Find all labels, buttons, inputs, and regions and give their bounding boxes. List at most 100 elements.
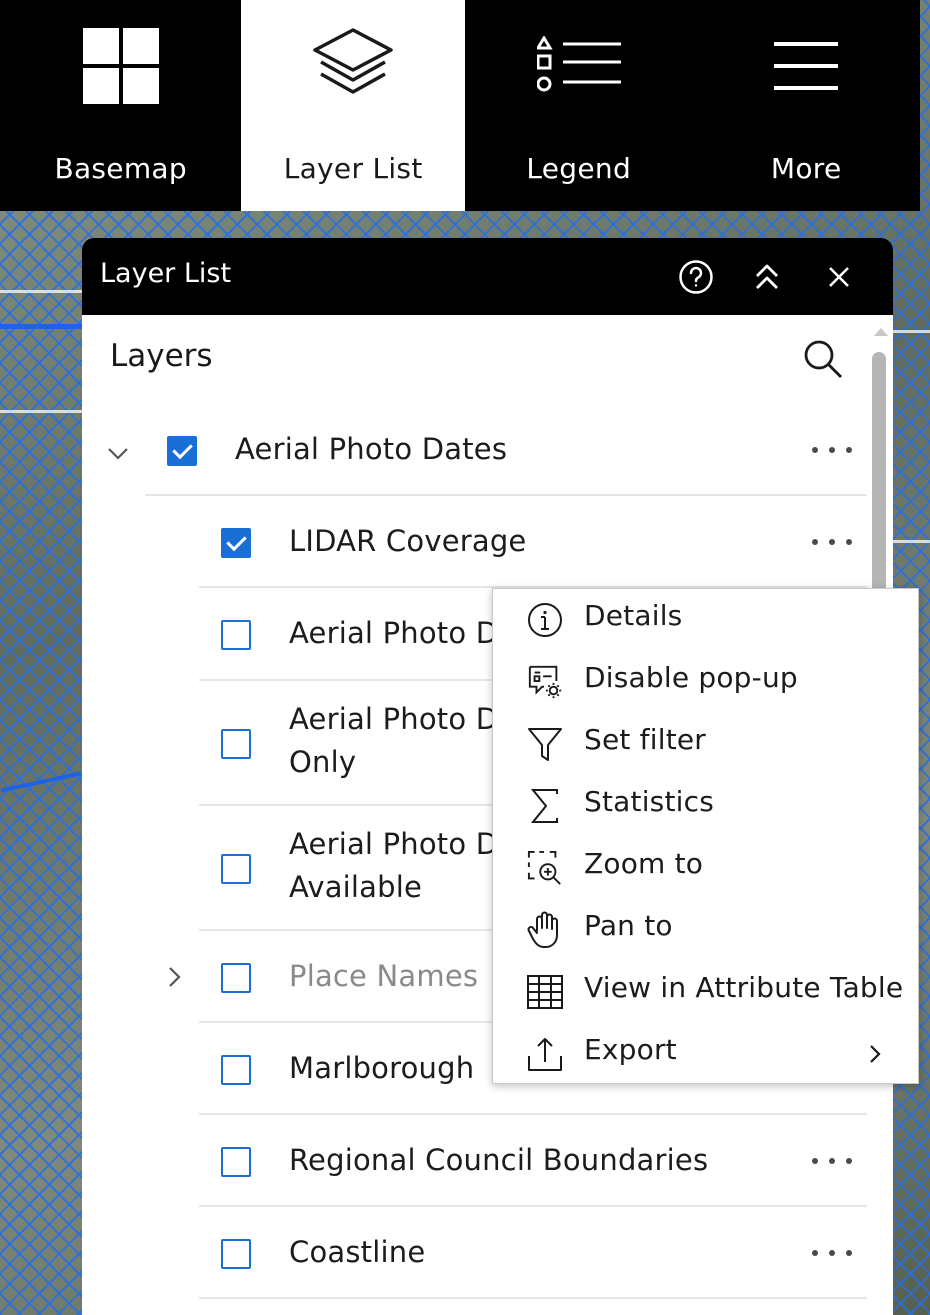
layer-label-line1: Aerial Photo D <box>289 827 499 861</box>
menu-item-label: Details <box>584 599 683 632</box>
chevrons-up-icon <box>756 264 778 289</box>
layer-checkbox[interactable] <box>221 1239 251 1269</box>
info-icon <box>527 602 563 638</box>
layer-options-button[interactable] <box>812 532 852 552</box>
scroll-up-arrow[interactable] <box>874 328 888 336</box>
map-road <box>893 540 930 543</box>
filter-icon <box>527 726 563 762</box>
toolbar-basemap-label: Basemap <box>54 152 187 185</box>
map-boundary-line <box>0 771 82 793</box>
layer-checkbox[interactable] <box>167 436 197 466</box>
zoom-to-icon <box>527 850 563 886</box>
layer-label-line2: Available <box>289 870 423 904</box>
layer-checkbox[interactable] <box>221 854 251 884</box>
hand-icon <box>527 911 563 948</box>
search-icon <box>804 340 842 378</box>
layer-label: Coastline <box>289 1235 426 1269</box>
close-button[interactable] <box>819 257 859 297</box>
layer-label-line2: Only <box>289 745 357 779</box>
toolbar-basemap-button[interactable]: Basemap <box>0 0 241 211</box>
help-button[interactable] <box>676 257 716 297</box>
grid-icon <box>79 24 163 108</box>
layers-icon <box>311 24 395 108</box>
layer-options-button[interactable] <box>812 1151 852 1171</box>
search-button[interactable] <box>802 338 844 380</box>
menu-icon <box>764 24 848 108</box>
export-icon <box>527 1036 563 1072</box>
menu-item-details[interactable]: Details <box>493 589 918 651</box>
chevron-down-icon[interactable] <box>106 441 130 465</box>
menu-item-disable-popup[interactable]: Disable pop-up <box>493 651 918 713</box>
layers-heading: Layers <box>110 338 213 374</box>
layer-checkbox[interactable] <box>221 620 251 650</box>
divider <box>199 1297 867 1299</box>
dot <box>846 1250 852 1256</box>
layer-checkbox[interactable] <box>221 963 251 993</box>
layer-checkbox[interactable] <box>221 1055 251 1085</box>
toolbar-layer-list-button[interactable]: Layer List <box>241 0 465 211</box>
toolbar-legend-button[interactable]: Legend <box>465 0 693 211</box>
panel-header: Layer List <box>82 238 893 315</box>
layer-checkbox[interactable] <box>221 528 251 558</box>
legend-icon <box>536 24 621 108</box>
menu-item-view-attribute-table[interactable]: View in Attribute Table <box>493 961 918 1023</box>
layer-label: Marlborough <box>289 1051 475 1085</box>
dot <box>812 539 818 545</box>
dot <box>812 1158 818 1164</box>
layer-checkbox[interactable] <box>221 1147 251 1177</box>
toolbar-layer-list-label: Layer List <box>283 152 423 185</box>
table-icon <box>527 974 563 1010</box>
layer-actions-menu: Details Disable pop-up Set filter Statis… <box>492 588 919 1084</box>
menu-item-pan-to[interactable]: Pan to <box>493 899 918 961</box>
menu-item-label: Zoom to <box>584 847 704 880</box>
divider <box>145 494 867 496</box>
divider <box>199 1113 867 1115</box>
layer-row-lidar-coverage[interactable]: LIDAR Coverage <box>82 516 872 586</box>
menu-item-export[interactable]: Export <box>493 1023 918 1085</box>
layer-label: Aerial Photo D <box>289 616 499 650</box>
dot <box>829 1158 835 1164</box>
dot <box>846 447 852 453</box>
menu-item-label: Statistics <box>584 785 714 818</box>
chevron-right-icon <box>870 1045 881 1063</box>
map-road <box>0 410 82 413</box>
dot <box>829 1250 835 1256</box>
chevron-right-icon[interactable] <box>162 965 186 989</box>
toolbar-legend-label: Legend <box>526 152 632 185</box>
dot <box>829 539 835 545</box>
collapse-button[interactable] <box>747 257 787 297</box>
divider <box>199 1205 867 1207</box>
widget-toolbar: Basemap Layer List Legend More <box>0 0 920 211</box>
layer-label: Regional Council Boundaries <box>289 1143 709 1177</box>
layer-checkbox[interactable] <box>221 729 251 759</box>
dot <box>829 447 835 453</box>
menu-item-label: View in Attribute Table <box>584 971 904 1004</box>
toolbar-more-button[interactable]: More <box>692 0 920 211</box>
layer-row-regional-council-boundaries[interactable]: Regional Council Boundaries <box>82 1135 872 1205</box>
toolbar-more-label: More <box>770 152 842 185</box>
help-icon <box>679 260 713 294</box>
scroll-thumb[interactable] <box>872 352 886 612</box>
dot <box>846 539 852 545</box>
menu-item-zoom-to[interactable]: Zoom to <box>493 837 918 899</box>
menu-item-label: Disable pop-up <box>584 661 798 694</box>
menu-item-label: Export <box>584 1033 677 1066</box>
layer-options-button[interactable] <box>812 440 852 460</box>
menu-item-label: Pan to <box>584 909 673 942</box>
dot <box>812 1250 818 1256</box>
dot <box>846 1158 852 1164</box>
map-boundary-line <box>0 324 82 329</box>
layer-row-aerial-photo-dates[interactable]: Aerial Photo Dates <box>82 424 872 494</box>
layer-label-line1: Aerial Photo D <box>289 702 499 736</box>
popup-settings-icon <box>527 664 563 700</box>
panel-title: Layer List <box>100 258 232 289</box>
menu-item-statistics[interactable]: Statistics <box>493 775 918 837</box>
layer-options-button[interactable] <box>812 1243 852 1263</box>
menu-item-set-filter[interactable]: Set filter <box>493 713 918 775</box>
menu-item-label: Set filter <box>584 723 707 756</box>
dot <box>812 447 818 453</box>
layer-label: Aerial Photo Dates <box>235 432 508 466</box>
layer-row-coastline[interactable]: Coastline <box>82 1227 872 1297</box>
layer-label: LIDAR Coverage <box>289 524 527 558</box>
sigma-icon <box>527 788 563 824</box>
